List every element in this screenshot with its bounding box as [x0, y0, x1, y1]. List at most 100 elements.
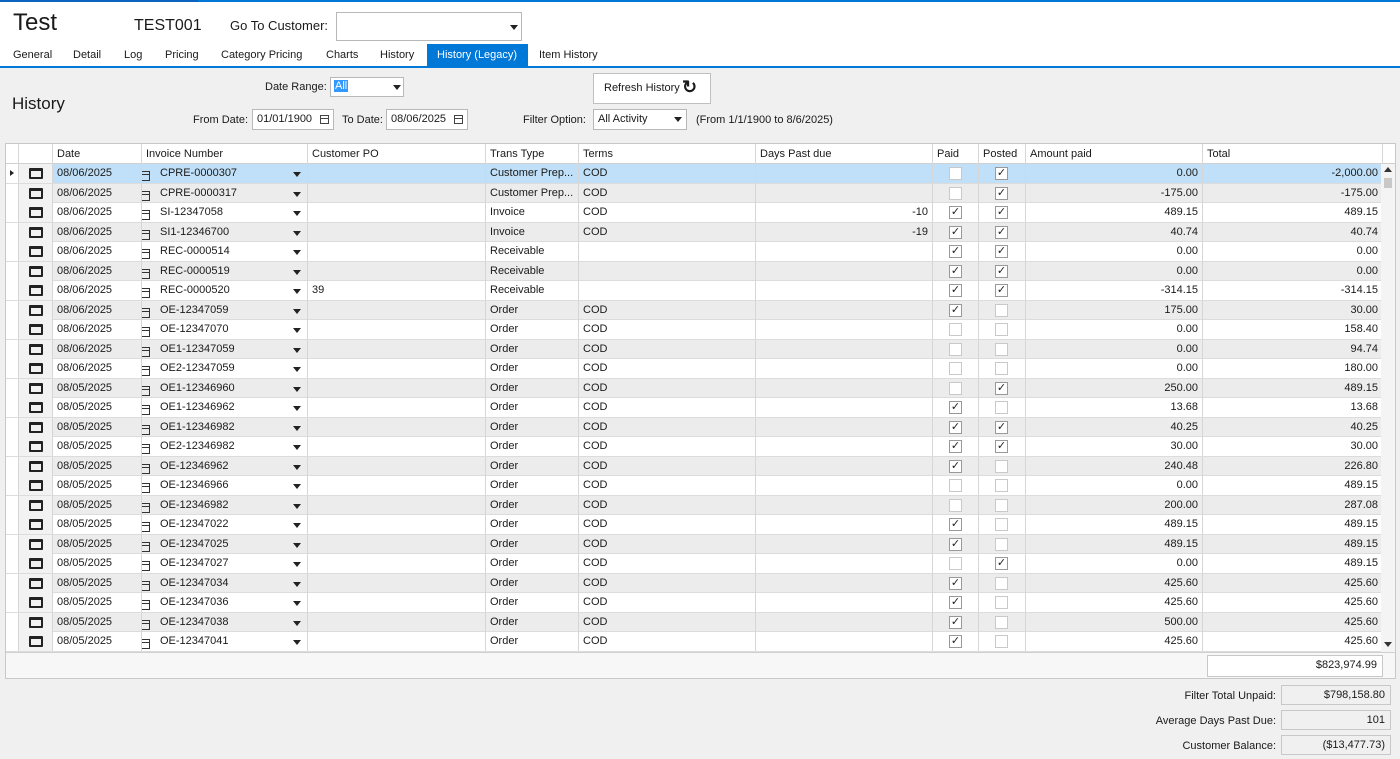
invoice-details-icon[interactable] [142, 463, 150, 474]
row-header[interactable] [6, 476, 19, 495]
row-header[interactable] [6, 222, 19, 242]
goto-customer-select[interactable] [336, 12, 522, 41]
paid-checkbox[interactable]: ✓ [949, 635, 962, 648]
tab-category-pricing[interactable]: Category Pricing [221, 49, 302, 61]
cell-invoice-number[interactable]: OE-12347036 [142, 593, 308, 612]
paid-checkbox[interactable]: ✓ [949, 225, 962, 239]
cell-invoice-number[interactable]: OE-12347034 [142, 573, 308, 593]
paid-checkbox[interactable]: ✓ [949, 284, 962, 297]
paid-checkbox[interactable] [949, 167, 962, 180]
paid-checkbox[interactable] [949, 498, 962, 512]
posted-checkbox[interactable]: ✓ [995, 420, 1008, 434]
filter-option-select[interactable]: All Activity [593, 109, 687, 130]
paid-checkbox[interactable]: ✓ [949, 615, 962, 629]
chevron-down-icon[interactable] [293, 581, 301, 587]
paid-checkbox[interactable]: ✓ [949, 459, 962, 473]
chevron-down-icon[interactable] [293, 640, 301, 645]
paid-checkbox[interactable] [949, 557, 962, 570]
scroll-up-icon[interactable] [1384, 167, 1392, 172]
chevron-down-icon[interactable] [293, 347, 301, 353]
posted-checkbox[interactable] [995, 596, 1008, 609]
row-header[interactable] [6, 593, 19, 612]
posted-checkbox[interactable]: ✓ [995, 186, 1008, 200]
posted-checkbox[interactable]: ✓ [995, 440, 1008, 453]
row-header[interactable] [6, 612, 19, 632]
chevron-down-icon[interactable] [293, 289, 301, 294]
table-row[interactable]: 08/05/2025 OE2-12346982 Order COD ✓ ✓ 30.00 30.… [6, 437, 1383, 457]
table-row[interactable]: 08/06/2025 SI-12347058 Invoice COD -10 ✓ ✓ 489.… [6, 203, 1383, 223]
paid-checkbox[interactable]: ✓ [949, 206, 962, 219]
col-amount-paid[interactable]: Amount paid [1026, 144, 1203, 164]
posted-checkbox[interactable]: ✓ [995, 557, 1008, 570]
cell-invoice-number[interactable]: OE1-12346960 [142, 378, 308, 398]
posted-checkbox[interactable] [995, 615, 1008, 629]
paid-checkbox[interactable]: ✓ [949, 596, 962, 609]
calendar-icon[interactable] [320, 115, 329, 124]
paid-checkbox[interactable]: ✓ [949, 420, 962, 434]
chevron-down-icon[interactable] [293, 250, 301, 255]
open-record-button[interactable] [19, 632, 53, 651]
paid-checkbox[interactable]: ✓ [949, 440, 962, 453]
open-record-button[interactable] [19, 378, 53, 398]
cell-invoice-number[interactable]: OE-12347027 [142, 554, 308, 573]
chevron-down-icon[interactable] [293, 523, 301, 528]
row-header[interactable] [6, 437, 19, 456]
chevron-down-icon[interactable] [293, 484, 301, 489]
col-trans-type[interactable]: Trans Type [486, 144, 579, 164]
tab-pricing[interactable]: Pricing [165, 49, 199, 61]
cell-invoice-number[interactable]: CPRE-0000317 [142, 183, 308, 203]
paid-checkbox[interactable] [949, 323, 962, 336]
chevron-down-icon[interactable] [293, 406, 301, 411]
paid-checkbox[interactable] [949, 186, 962, 200]
open-record-button[interactable] [19, 359, 53, 378]
invoice-details-icon[interactable] [142, 405, 150, 415]
cell-invoice-number[interactable]: SI-12347058 [142, 203, 308, 222]
invoice-details-icon[interactable] [142, 171, 150, 181]
row-header[interactable] [6, 203, 19, 222]
table-row[interactable]: 08/06/2025 REC-0000519 Receivable ✓ ✓ 0.00 0.0… [6, 261, 1383, 281]
posted-checkbox[interactable] [995, 498, 1008, 512]
chevron-down-icon[interactable] [293, 172, 301, 177]
row-header[interactable] [6, 554, 19, 573]
posted-checkbox[interactable]: ✓ [995, 284, 1008, 297]
table-row[interactable]: 08/05/2025 OE1-12346962 Order COD ✓ 13.68 13.6… [6, 398, 1383, 418]
row-header[interactable] [6, 164, 19, 183]
chevron-down-icon[interactable] [293, 386, 301, 392]
cell-invoice-number[interactable]: REC-0000514 [142, 242, 308, 261]
invoice-details-icon[interactable] [142, 366, 150, 376]
tab-item-history[interactable]: Item History [539, 49, 598, 61]
col-posted[interactable]: Posted [979, 144, 1026, 164]
open-record-button[interactable] [19, 456, 53, 476]
table-row[interactable]: 08/05/2025 OE-12347022 Order COD ✓ 489.15 489.… [6, 515, 1383, 535]
chevron-down-icon[interactable] [293, 308, 301, 314]
paid-checkbox[interactable] [949, 362, 962, 375]
cell-invoice-number[interactable]: OE2-12346982 [142, 437, 308, 456]
from-date-field[interactable]: 01/01/1900 [252, 109, 334, 130]
posted-checkbox[interactable] [995, 537, 1008, 551]
table-row[interactable]: 08/05/2025 OE-12347041 Order COD ✓ 425.60 425.… [6, 632, 1383, 652]
chevron-down-icon[interactable] [293, 445, 301, 450]
tab-charts[interactable]: Charts [326, 49, 358, 61]
cell-invoice-number[interactable]: REC-0000520 [142, 281, 308, 300]
posted-checkbox[interactable]: ✓ [995, 381, 1008, 395]
cell-invoice-number[interactable]: OE1-12346962 [142, 398, 308, 417]
invoice-details-icon[interactable] [142, 268, 150, 279]
row-header[interactable] [6, 378, 19, 398]
row-header[interactable] [6, 281, 19, 300]
posted-checkbox[interactable] [995, 303, 1008, 317]
to-date-field[interactable]: 08/06/2025 [386, 109, 468, 130]
open-record-button[interactable] [19, 573, 53, 593]
chevron-down-icon[interactable] [293, 562, 301, 567]
chevron-down-icon[interactable] [293, 620, 301, 626]
row-header[interactable] [6, 261, 19, 281]
open-record-button[interactable] [19, 261, 53, 281]
chevron-down-icon[interactable] [293, 367, 301, 372]
open-record-button[interactable] [19, 437, 53, 456]
refresh-history-button[interactable]: Refresh History ↻ [593, 73, 711, 104]
posted-checkbox[interactable]: ✓ [995, 167, 1008, 180]
col-paid[interactable]: Paid [933, 144, 979, 164]
tab-log[interactable]: Log [124, 49, 142, 61]
calendar-icon[interactable] [454, 115, 463, 124]
table-row[interactable]: 08/06/2025 CPRE-0000307 Customer Prep... CO… [6, 164, 1383, 184]
row-header[interactable] [6, 320, 19, 339]
